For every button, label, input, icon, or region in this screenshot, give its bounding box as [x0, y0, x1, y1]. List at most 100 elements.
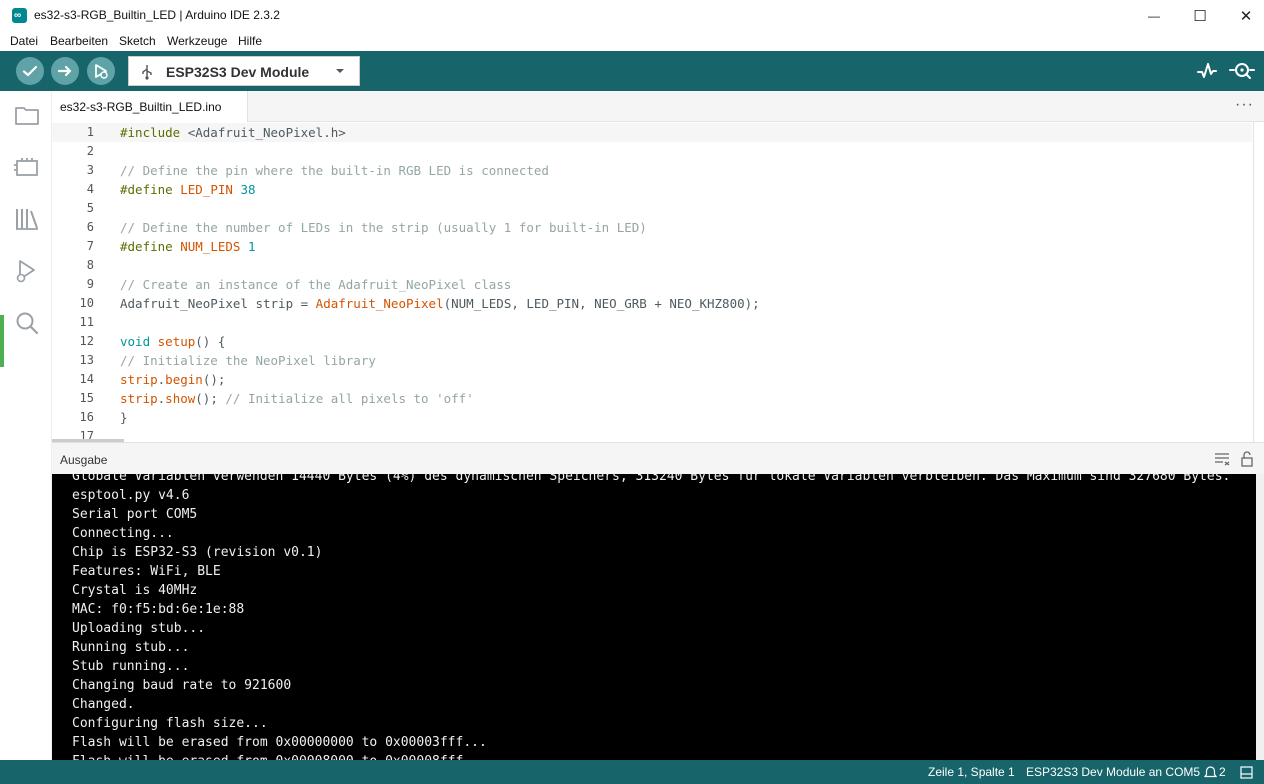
code-token: ();: [195, 391, 226, 406]
code-line[interactable]: 4 #define LED_PIN 38: [52, 180, 1252, 199]
code-token: // Create an instance of the Adafruit_Ne…: [120, 277, 512, 292]
code-token: #define: [120, 239, 181, 254]
code-line[interactable]: 9 // Create an instance of the Adafruit_N…: [52, 275, 1252, 294]
code-line[interactable]: 12 void setup() {: [52, 332, 1252, 351]
code-line[interactable]: 1 #include <Adafruit_NeoPixel.h>: [52, 123, 1252, 142]
code-token: Adafruit_NeoPixel: [315, 296, 444, 311]
output-line: MAC: f0:f5:bd:6e:1e:88: [72, 602, 245, 617]
menu-help[interactable]: Hilfe: [238, 34, 262, 48]
output-line: Crystal is 40MHz: [72, 583, 198, 598]
line-code: #include <Adafruit_NeoPixel.h>: [120, 123, 346, 142]
code-token: // Define the pin where the built-in RGB…: [120, 163, 549, 178]
more-actions-icon[interactable]: ···: [1235, 96, 1254, 114]
code-editor[interactable]: 1 #include <Adafruit_NeoPixel.h> 2 3 // Defi…: [52, 122, 1264, 442]
line-code: Adafruit_NeoPixel strip = Adafruit_NeoPi…: [120, 294, 760, 313]
code-line[interactable]: 17: [52, 427, 1252, 442]
notification-icon[interactable]: [1204, 766, 1217, 779]
search-icon[interactable]: [13, 309, 41, 337]
line-number: 15: [79, 391, 94, 405]
code-token: strip: [120, 391, 158, 406]
folder-icon[interactable]: [13, 101, 41, 129]
minimize-button[interactable]: —: [1131, 0, 1177, 31]
code-token: // Initialize the NeoPixel library: [120, 353, 376, 368]
code-line[interactable]: 5: [52, 199, 1252, 218]
output-line: Configuring flash size...: [72, 716, 268, 731]
line-code: strip.show(); // Initialize all pixels t…: [120, 389, 474, 408]
checkmark-icon: [22, 65, 38, 77]
debug-icon: [95, 64, 108, 79]
line-number: 1: [86, 125, 94, 139]
clear-output-icon[interactable]: [1214, 452, 1230, 466]
editor-scrollbar[interactable]: [1253, 122, 1254, 442]
output-console[interactable]: Globale Variablen verwenden 14440 Bytes …: [52, 474, 1256, 760]
line-code: // Create an instance of the Adafruit_Ne…: [120, 275, 511, 294]
code-line[interactable]: 14 strip.begin();: [52, 370, 1252, 389]
file-tab[interactable]: es32-s3-RGB_Builtin_LED.ino: [52, 91, 248, 122]
upload-button[interactable]: [51, 57, 79, 85]
code-token: begin: [165, 372, 203, 387]
serial-monitor-icon[interactable]: [1229, 60, 1255, 82]
maximize-button[interactable]: ☐: [1177, 0, 1223, 31]
code-line[interactable]: 3 // Define the pin where the built-in RG…: [52, 161, 1252, 180]
line-number: 2: [86, 144, 94, 158]
toolbar: ESP32S3 Dev Module: [0, 51, 1264, 91]
code-line[interactable]: 10 Adafruit_NeoPixel strip = Adafruit_Neo…: [52, 294, 1252, 313]
plotter-icon[interactable]: [1196, 60, 1218, 82]
code-line[interactable]: 7 #define NUM_LEDS 1: [52, 237, 1252, 256]
output-line: Running stub...: [72, 640, 190, 655]
code-line[interactable]: 16}: [52, 408, 1252, 427]
line-code: strip.begin();: [120, 370, 225, 389]
line-number: 13: [79, 353, 94, 367]
code-line[interactable]: 6 // Define the number of LEDs in the str…: [52, 218, 1252, 237]
output-line: Chip is ESP32-S3 (revision v0.1): [72, 545, 323, 560]
board-label: ESP32S3 Dev Module: [166, 64, 310, 80]
line-number: 9: [86, 277, 94, 291]
output-line: Serial port COM5: [72, 507, 198, 522]
output-line: Flash will be erased from 0x00008000 to …: [72, 752, 487, 760]
menu-file[interactable]: Datei: [10, 34, 38, 48]
debug-icon[interactable]: [13, 257, 41, 285]
code-line[interactable]: 13 // Initialize the NeoPixel library: [52, 351, 1252, 370]
code-line[interactable]: 2: [52, 142, 1252, 161]
menu-sketch[interactable]: Sketch: [119, 34, 156, 48]
output-line: Globale Variablen verwenden 14440 Bytes …: [72, 474, 1231, 484]
code-token: ();: [202, 372, 226, 387]
line-code: }: [120, 408, 128, 427]
output-scrollbar[interactable]: [1256, 474, 1264, 760]
menu-tools[interactable]: Werkzeuge: [167, 34, 227, 48]
line-number: 6: [86, 220, 94, 234]
code-line[interactable]: 11: [52, 313, 1252, 332]
line-code: #define LED_PIN 38: [120, 180, 256, 199]
code-token: LED_PIN: [180, 182, 233, 197]
board-port-status[interactable]: ESP32S3 Dev Module an COM5: [1026, 765, 1200, 779]
line-number: 5: [86, 201, 94, 215]
code-token: setup: [157, 334, 196, 349]
close-button[interactable]: ✕: [1223, 0, 1264, 31]
verify-button[interactable]: [16, 57, 44, 85]
lock-icon[interactable]: [1240, 451, 1254, 467]
line-number: 16: [79, 410, 94, 424]
line-number: 4: [86, 182, 94, 196]
usb-icon: [142, 65, 152, 80]
title-bar: ∞ es32-s3-RGB_Builtin_LED | Arduino IDE …: [0, 0, 1264, 31]
board-selector[interactable]: ESP32S3 Dev Module: [128, 56, 360, 86]
output-title: Ausgabe: [60, 453, 108, 467]
line-number: 14: [79, 372, 94, 386]
menu-edit[interactable]: Bearbeiten: [50, 34, 108, 48]
code-token: }: [120, 410, 128, 425]
code-token: NUM_LEDS: [180, 239, 241, 254]
code-token: void: [120, 334, 151, 349]
code-line[interactable]: 15 strip.show(); // Initialize all pixels…: [52, 389, 1252, 408]
line-number: 11: [79, 315, 94, 329]
library-icon[interactable]: [13, 205, 41, 233]
menu-bar: Datei Bearbeiten Sketch Werkzeuge Hilfe: [0, 31, 1264, 51]
board-manager-icon[interactable]: [13, 153, 41, 181]
cursor-position[interactable]: Zeile 1, Spalte 1: [928, 765, 1015, 779]
toggle-panel-icon[interactable]: [1240, 766, 1253, 779]
code-token: #define: [120, 182, 181, 197]
editor-tab-bar: es32-s3-RGB_Builtin_LED.ino ···: [52, 91, 1264, 122]
debug-button[interactable]: [87, 57, 115, 85]
arduino-logo-icon: ∞: [12, 8, 27, 23]
code-line[interactable]: 8: [52, 256, 1252, 275]
